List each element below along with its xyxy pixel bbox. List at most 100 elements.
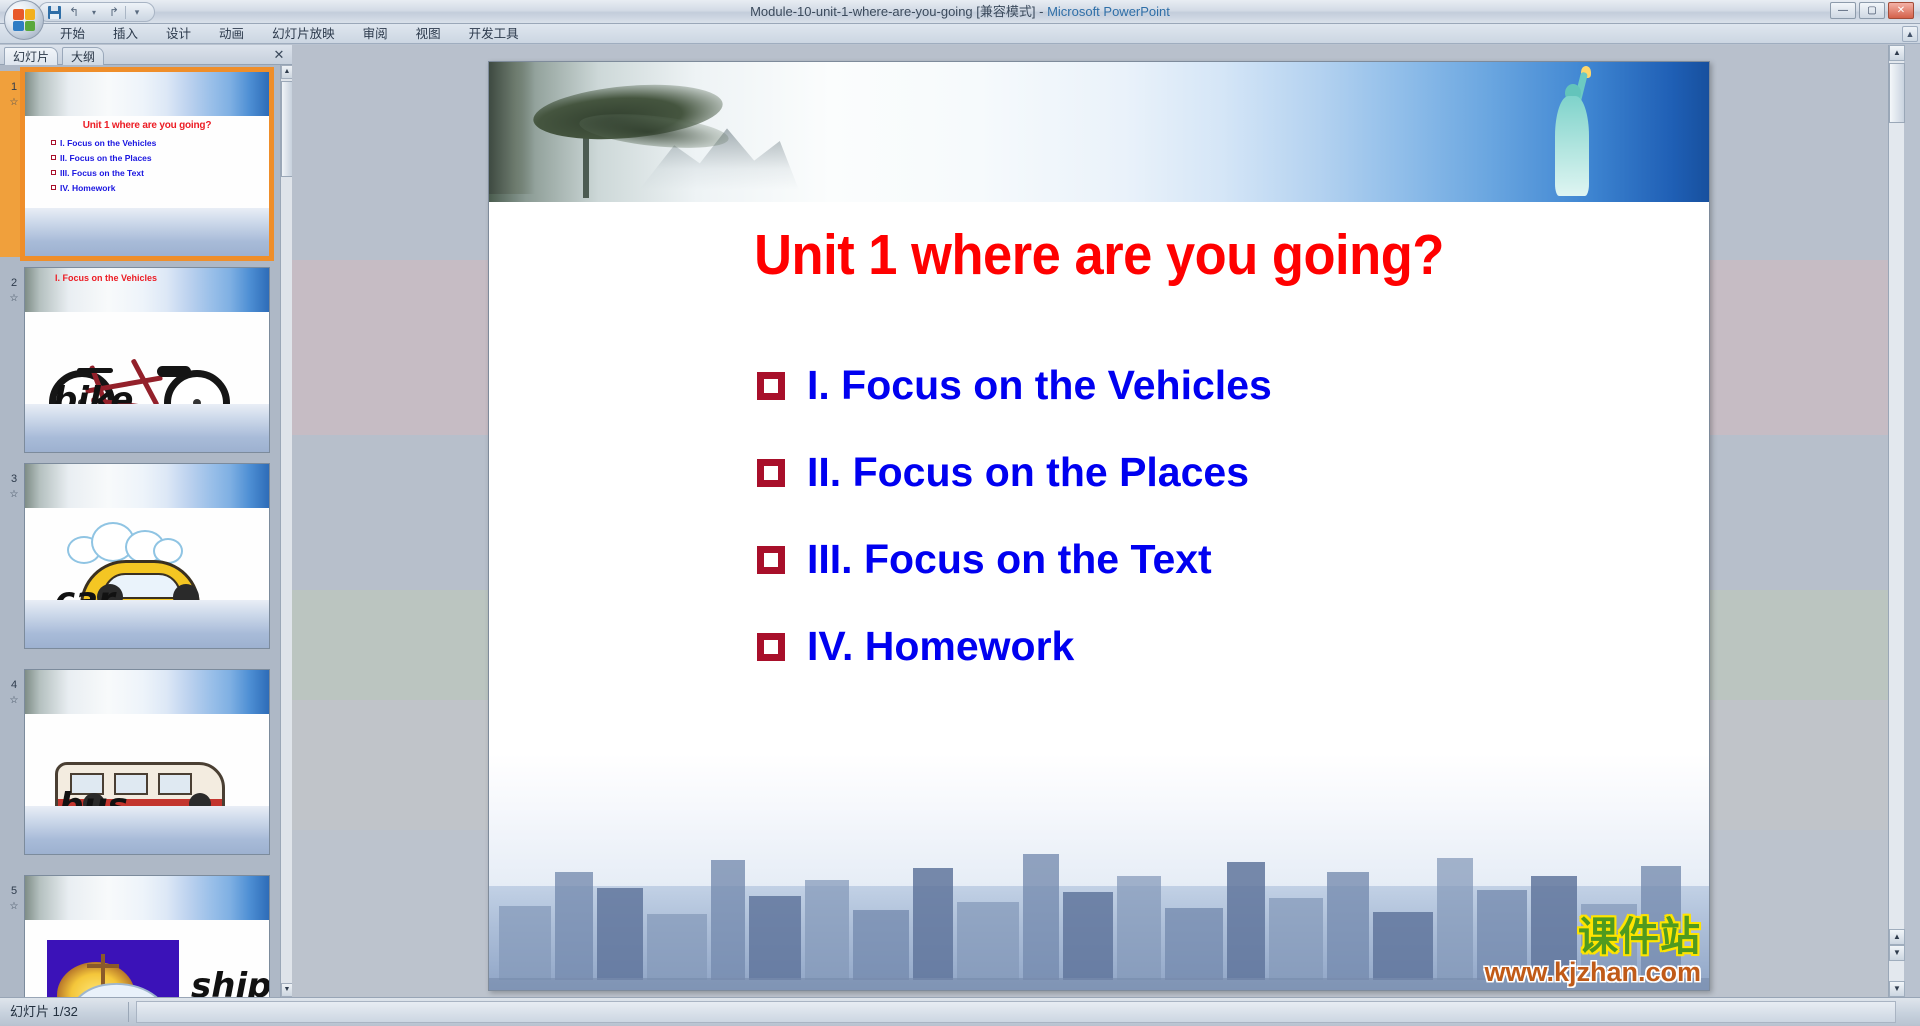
minimize-button[interactable]: —	[1830, 2, 1856, 19]
thumbnail-slide-3[interactable]: car	[24, 463, 270, 649]
close-button[interactable]: ✕	[1888, 2, 1914, 19]
ribbon-tab-bar: 开始 插入 设计 动画 幻灯片放映 审阅 视图 开发工具	[0, 24, 1920, 44]
slide-editing-area: Unit 1 where are you going? I. Focus on …	[292, 45, 1904, 997]
square-bullet-icon	[51, 140, 56, 145]
tab-review[interactable]: 审阅	[349, 24, 402, 44]
thumb-bullet-text: III. Focus on the Text	[60, 168, 144, 178]
thumb-bullet-item: III. Focus on the Text	[51, 168, 269, 178]
thumbnail-number: 2	[4, 277, 24, 289]
save-icon[interactable]	[45, 4, 63, 21]
bullet-item-3[interactable]: III. Focus on the Text	[757, 536, 1617, 583]
thumb-word-label: ship	[191, 966, 270, 997]
square-bullet-icon	[51, 170, 56, 175]
window-controls: — ▢ ✕	[1830, 2, 1914, 19]
tab-view[interactable]: 视图	[402, 24, 455, 44]
cloud-image	[67, 522, 187, 564]
slide-scroll-down-icon[interactable]: ▼	[1889, 981, 1905, 997]
thumb-body: bus	[25, 714, 269, 806]
thumb-bullet-text: II. Focus on the Places	[60, 153, 152, 163]
title-bar: Module-10-unit-1-where-are-you-going [兼容…	[0, 0, 1920, 24]
undo-icon[interactable]: ↰	[65, 4, 83, 21]
thumbnail-number: 1	[4, 81, 24, 93]
watermark-brand-text: 课件站	[1484, 917, 1701, 957]
slide-scroll-up-icon[interactable]: ▲	[1889, 45, 1905, 61]
undo-dropdown-icon[interactable]: ▾	[85, 4, 103, 21]
watermark-url-text: www.kjzhan.com	[1484, 959, 1701, 986]
thumbnail-number: 5	[4, 885, 24, 897]
panel-scrollbar[interactable]: ▲ ▼	[280, 65, 292, 997]
ship-image	[47, 940, 179, 997]
thumbnail-animation-icon: ☆	[4, 695, 24, 706]
thumb-banner-image	[25, 72, 269, 116]
tab-slideshow[interactable]: 幻灯片放映	[258, 24, 349, 44]
status-theme-field	[136, 1001, 1896, 1023]
next-slide-icon[interactable]: ▼	[1889, 945, 1905, 961]
tab-insert[interactable]: 插入	[99, 24, 152, 44]
slide-banner-image	[489, 62, 1709, 202]
thumb-bullet-item: II. Focus on the Places	[51, 153, 269, 163]
thumb-cityscape-image	[25, 208, 269, 256]
slide-canvas[interactable]: Unit 1 where are you going? I. Focus on …	[488, 61, 1710, 991]
square-bullet-icon	[757, 633, 785, 661]
thumb-bullet-text: IV. Homework	[60, 183, 115, 193]
thumb-cityscape-image	[25, 404, 269, 452]
bullet-text: II. Focus on the Places	[807, 449, 1249, 496]
slide-counter: 幻灯片 1/32	[10, 998, 78, 1026]
bullet-text: III. Focus on the Text	[807, 536, 1212, 583]
pine-tree-image	[527, 68, 787, 198]
qat-divider	[125, 6, 126, 19]
slide-title[interactable]: Unit 1 where are you going?	[538, 222, 1660, 288]
thumb-bullet-item: I. Focus on the Vehicles	[51, 138, 269, 148]
thumb-bullet-text: I. Focus on the Vehicles	[60, 138, 156, 148]
customize-qat-icon[interactable]: ▾	[128, 4, 146, 21]
office-button[interactable]	[4, 0, 44, 40]
thumbnail-slide-2[interactable]: I. Focus on the Vehicles bike	[24, 267, 270, 453]
slides-panel: 幻灯片 大纲 ✕ 1 ☆ Unit 1 where are you going?…	[0, 45, 292, 997]
square-bullet-icon	[757, 459, 785, 487]
tab-slides[interactable]: 幻灯片	[4, 47, 58, 65]
tab-design[interactable]: 设计	[152, 24, 205, 44]
thumbnail-slide-4[interactable]: bus	[24, 669, 270, 855]
thumb-body: bike	[25, 312, 269, 404]
thumb-cityscape-image	[25, 806, 269, 854]
ribbon-collapse-icon[interactable]: ▲	[1902, 26, 1918, 42]
thumb-banner-image	[25, 464, 269, 508]
thumbnail-strip[interactable]: 1 ☆ Unit 1 where are you going? I. Focus…	[0, 65, 280, 997]
square-bullet-icon	[51, 155, 56, 160]
slide-bullet-list[interactable]: I. Focus on the Vehicles II. Focus on th…	[757, 362, 1617, 710]
thumb-body: car	[25, 508, 269, 600]
thumb-cityscape-image	[25, 600, 269, 648]
tab-home[interactable]: 开始	[46, 24, 99, 44]
bullet-item-2[interactable]: II. Focus on the Places	[757, 449, 1617, 496]
quick-access-toolbar: ↰ ▾ ↱ ▾	[38, 2, 155, 22]
panel-tab-bar: 幻灯片 大纲 ✕	[0, 45, 292, 65]
redo-icon[interactable]: ↱	[105, 4, 123, 21]
thumbnail-animation-icon: ☆	[4, 97, 24, 108]
thumbnail-slide-1[interactable]: Unit 1 where are you going? I. Focus on …	[24, 71, 270, 257]
maximize-button[interactable]: ▢	[1859, 2, 1885, 19]
document-title: Module-10-unit-1-where-are-you-going [兼容…	[750, 4, 1035, 19]
close-panel-icon[interactable]: ✕	[272, 48, 286, 62]
thumb-body: ship	[25, 920, 269, 997]
thumb-banner-image	[25, 876, 269, 920]
thumb-body: Unit 1 where are you going? I. Focus on …	[25, 116, 269, 208]
previous-slide-icon[interactable]: ▲	[1889, 929, 1905, 945]
bullet-item-4[interactable]: IV. Homework	[757, 623, 1617, 670]
square-bullet-icon	[51, 185, 56, 190]
status-divider	[128, 1002, 129, 1022]
tab-animations[interactable]: 动画	[205, 24, 258, 44]
application-name: Microsoft PowerPoint	[1047, 4, 1170, 19]
tab-developer[interactable]: 开发工具	[455, 24, 533, 44]
thumbnail-animation-icon: ☆	[4, 901, 24, 912]
thumbnail-animation-icon: ☆	[4, 489, 24, 500]
status-bar: 幻灯片 1/32	[0, 997, 1920, 1025]
ribbon-tabs: 开始 插入 设计 动画 幻灯片放映 审阅 视图 开发工具	[46, 24, 533, 44]
slide-scrollbar[interactable]: ▲ ▲ ▼ ▼	[1888, 45, 1904, 997]
thumb-title: Unit 1 where are you going?	[25, 120, 269, 131]
square-bullet-icon	[757, 546, 785, 574]
slide-scroll-thumb[interactable]	[1889, 63, 1905, 123]
tab-outline[interactable]: 大纲	[62, 47, 104, 65]
thumb-bullet-item: IV. Homework	[51, 183, 269, 193]
bullet-item-1[interactable]: I. Focus on the Vehicles	[757, 362, 1617, 409]
thumbnail-slide-5[interactable]: ship	[24, 875, 270, 997]
